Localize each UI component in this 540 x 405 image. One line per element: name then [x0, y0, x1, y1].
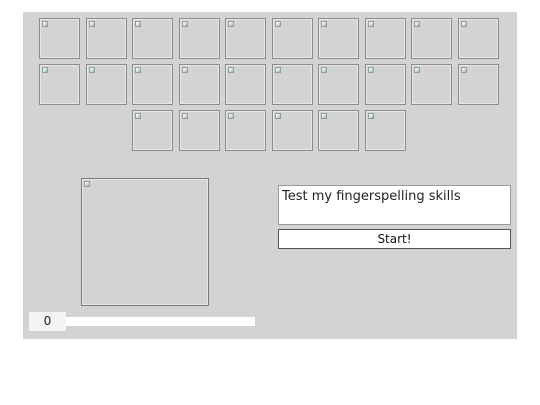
letter-tile[interactable]	[225, 18, 266, 59]
score-display: 0	[29, 312, 66, 331]
broken-image-icon	[135, 21, 141, 27]
letter-tile[interactable]	[365, 110, 406, 151]
broken-image-icon	[461, 21, 467, 27]
broken-image-icon	[414, 21, 420, 27]
letter-tile[interactable]	[132, 64, 173, 105]
letter-tile[interactable]	[179, 64, 220, 105]
letter-tile[interactable]	[318, 64, 359, 105]
broken-image-icon	[42, 21, 48, 27]
letter-tile[interactable]	[132, 18, 173, 59]
broken-image-icon	[321, 21, 327, 27]
letter-tile[interactable]	[272, 64, 313, 105]
letter-tile[interactable]	[458, 64, 499, 105]
sign-preview-image	[81, 178, 209, 306]
letter-tile[interactable]	[39, 64, 80, 105]
letter-tile[interactable]	[365, 64, 406, 105]
broken-image-icon	[135, 113, 141, 119]
letter-tile[interactable]	[86, 18, 127, 59]
broken-image-icon	[182, 21, 188, 27]
letter-tile[interactable]	[86, 64, 127, 105]
letter-tile[interactable]	[225, 64, 266, 105]
letter-tile[interactable]	[318, 110, 359, 151]
broken-image-icon	[84, 181, 90, 187]
start-button[interactable]: Start!	[278, 229, 511, 249]
letter-tile[interactable]	[39, 18, 80, 59]
letter-tile[interactable]	[132, 110, 173, 151]
broken-image-icon	[228, 21, 234, 27]
progress-bar	[66, 317, 255, 326]
broken-image-icon	[321, 113, 327, 119]
letter-tile[interactable]	[179, 110, 220, 151]
letter-tile[interactable]	[272, 110, 313, 151]
broken-image-icon	[368, 113, 374, 119]
broken-image-icon	[275, 21, 281, 27]
broken-image-icon	[414, 67, 420, 73]
broken-image-icon	[275, 113, 281, 119]
letter-tile[interactable]	[272, 18, 313, 59]
broken-image-icon	[368, 21, 374, 27]
broken-image-icon	[89, 21, 95, 27]
game-panel: Test my fingerspelling skills Start! 0	[23, 12, 517, 339]
prompt-text: Test my fingerspelling skills	[282, 189, 461, 204]
letter-tile[interactable]	[179, 18, 220, 59]
letter-tile[interactable]	[411, 64, 452, 105]
broken-image-icon	[461, 67, 467, 73]
letter-tile[interactable]	[365, 18, 406, 59]
broken-image-icon	[182, 113, 188, 119]
letter-tile[interactable]	[411, 18, 452, 59]
broken-image-icon	[182, 67, 188, 73]
broken-image-icon	[228, 113, 234, 119]
broken-image-icon	[275, 67, 281, 73]
broken-image-icon	[228, 67, 234, 73]
prompt-text-box: Test my fingerspelling skills	[278, 185, 511, 225]
broken-image-icon	[89, 67, 95, 73]
broken-image-icon	[321, 67, 327, 73]
broken-image-icon	[135, 67, 141, 73]
letter-tile[interactable]	[225, 110, 266, 151]
start-button-label: Start!	[377, 232, 412, 246]
broken-image-icon	[368, 67, 374, 73]
broken-image-icon	[42, 67, 48, 73]
score-value: 0	[43, 314, 52, 328]
letter-tile[interactable]	[458, 18, 499, 59]
letter-tile[interactable]	[318, 18, 359, 59]
